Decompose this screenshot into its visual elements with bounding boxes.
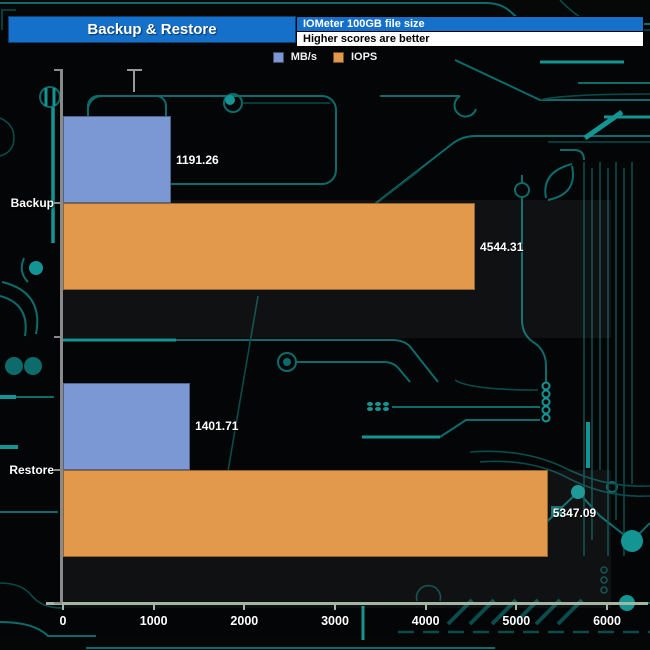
x-axis-tick-label-2000: 2000 (230, 614, 259, 628)
x-axis-tick-6000 (606, 602, 608, 610)
category-label-backup: Backup (10, 196, 54, 211)
x-axis-tick-label-4000: 4000 (411, 614, 440, 628)
x-axis-tick-label-1000: 1000 (139, 614, 168, 628)
legend-swatch-mbs (272, 51, 284, 63)
legend-label-mbs: MB/s (290, 51, 317, 63)
chart-info-box: IOMeter 100GB file size Higher scores ar… (296, 16, 644, 47)
category-label-restore: Restore (9, 462, 54, 477)
chart-canvas: Backup & Restore IOMeter 100GB file size… (0, 0, 650, 650)
bar-backup-mbs (63, 116, 171, 204)
bar-restore-mbs (63, 382, 191, 470)
x-axis-tick-3000 (334, 602, 336, 610)
chart-title-text: Backup & Restore (87, 21, 217, 38)
x-axis-tick-0 (62, 602, 64, 610)
y-axis-tick (54, 468, 62, 471)
x-axis-tick-label-0: 0 (59, 614, 67, 628)
x-axis-tick-label-6000: 6000 (593, 614, 621, 628)
x-axis-tick-label-3000: 3000 (321, 614, 349, 628)
y-axis-boundary-tick (54, 69, 62, 71)
legend: MB/s IOPS (0, 49, 650, 65)
x-axis-tick-5000 (515, 602, 518, 610)
bar-restore-iops (63, 469, 548, 557)
legend-label-iops: IOPS (350, 51, 378, 63)
value-label-restore-mbs: 1401.71 (195, 419, 239, 434)
legend-item-mbs: MB/s (272, 51, 317, 63)
x-axis-tick-4000 (424, 602, 427, 610)
value-label-restore-iops: 5347.09 (552, 506, 597, 521)
x-axis-tick-label-5000: 5000 (502, 614, 531, 628)
y-axis-boundary-tick (54, 602, 62, 604)
legend-item-iops: IOPS (332, 51, 378, 63)
x-axis-tick-2000 (243, 602, 246, 610)
chart-title: Backup & Restore (8, 16, 296, 43)
chart-note: Higher scores are better (296, 31, 644, 47)
chart-subtitle: IOMeter 100GB file size (296, 16, 644, 31)
y-axis-boundary-tick (54, 335, 62, 338)
x-axis-tick-1000 (152, 602, 155, 610)
bar-backup-iops (63, 203, 476, 291)
value-label-backup-iops: 4544.31 (480, 239, 524, 254)
legend-swatch-iops (332, 51, 344, 63)
y-axis-tick (54, 202, 62, 205)
value-label-backup-mbs: 1191.26 (176, 152, 219, 167)
x-axis-line (46, 602, 648, 605)
